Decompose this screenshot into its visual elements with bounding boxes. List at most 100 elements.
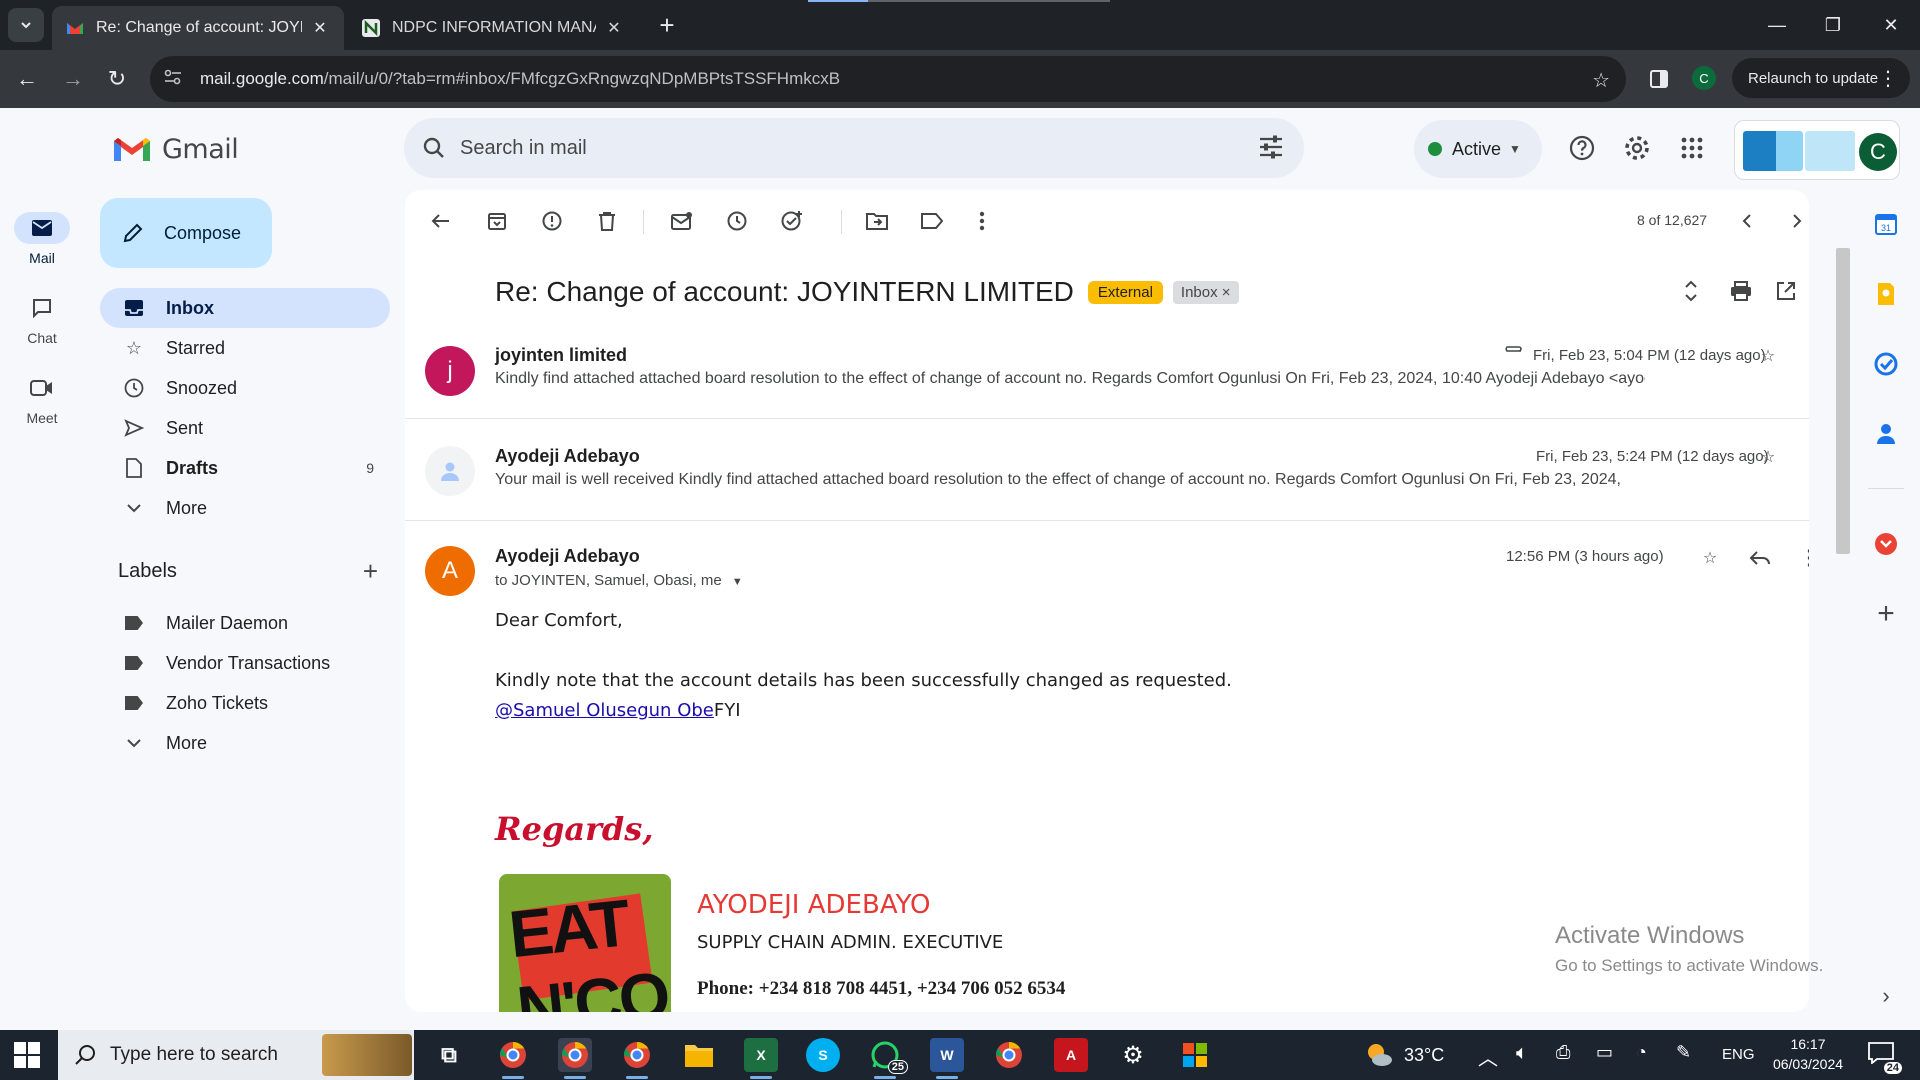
label-item[interactable]: Mailer Daemon xyxy=(100,603,390,643)
tab-close-icon[interactable]: ✕ xyxy=(604,18,624,38)
hide-side-panel-chevron-icon[interactable]: › xyxy=(1872,982,1900,1010)
chrome-profile-s-icon[interactable] xyxy=(496,1038,530,1079)
add-label-icon[interactable]: + xyxy=(363,556,378,587)
nav-item-more[interactable]: More xyxy=(100,488,390,528)
address-bar[interactable]: mail.google.com/mail/u/0/?tab=rm#inbox/F… xyxy=(150,56,1626,102)
chrome-icon[interactable] xyxy=(992,1038,1026,1072)
more-vert-icon[interactable] xyxy=(1797,545,1809,571)
tab-search-button[interactable] xyxy=(8,8,44,42)
tab-close-icon[interactable]: ✕ xyxy=(310,18,330,38)
bookmark-star-icon[interactable]: ☆ xyxy=(1592,68,1610,93)
volume-icon[interactable]: 🔈︎ xyxy=(1516,1042,1528,1065)
print-icon[interactable] xyxy=(1726,276,1756,306)
move-to-folder-icon[interactable] xyxy=(862,206,892,236)
rail-item-mail[interactable]: Mail xyxy=(0,212,84,266)
meet-now-icon[interactable]: ⎙ xyxy=(1556,1042,1570,1063)
minimize-button[interactable]: — xyxy=(1752,10,1802,40)
notification-center-icon[interactable]: 24 xyxy=(1868,1042,1902,1074)
expand-all-icon[interactable] xyxy=(1676,276,1706,306)
collapsed-message[interactable]: Ayodeji Adebayo Your mail is well receiv… xyxy=(405,430,1809,512)
labels-more[interactable]: More xyxy=(100,723,390,763)
compose-button[interactable]: Compose xyxy=(100,198,272,268)
inbox-label-chip[interactable]: Inbox × xyxy=(1172,280,1239,304)
more-vert-icon[interactable] xyxy=(967,206,997,236)
file-explorer-icon[interactable] xyxy=(682,1038,716,1072)
taskbar-search[interactable]: Type here to search xyxy=(58,1030,414,1080)
rail-item-chat[interactable]: Chat xyxy=(0,292,84,346)
chrome-profile-c-icon[interactable] xyxy=(558,1038,592,1079)
help-icon[interactable] xyxy=(1566,132,1598,164)
back-to-inbox-icon[interactable] xyxy=(425,206,455,236)
remove-label-icon[interactable]: × xyxy=(1222,284,1231,301)
search-input[interactable]: Search in mail xyxy=(460,137,587,160)
nav-item-starred[interactable]: ☆ Starred xyxy=(100,328,390,368)
mark-unread-icon[interactable] xyxy=(667,206,697,236)
recipients-line[interactable]: to JOYINTEN, Samuel, Obasi, me ▼ xyxy=(495,572,743,589)
mail-search-bar[interactable]: Search in mail xyxy=(404,118,1304,178)
get-addons-plus-icon[interactable]: + xyxy=(1872,597,1900,630)
acrobat-icon[interactable]: A xyxy=(1054,1038,1088,1072)
contacts-icon[interactable] xyxy=(1872,420,1900,448)
chrome-profile-p-icon[interactable] xyxy=(620,1038,654,1079)
archive-icon[interactable] xyxy=(482,206,512,236)
settings-gear-icon[interactable] xyxy=(1621,132,1653,164)
forward-arrow-icon[interactable]: → xyxy=(58,64,88,94)
add-to-tasks-icon[interactable] xyxy=(777,206,807,236)
browser-menu-icon[interactable]: ⋮ xyxy=(1878,66,1898,91)
gmail-logo[interactable]: Gmail xyxy=(112,134,239,165)
browser-tab-ndpc[interactable]: NDPC INFORMATION MANAGEMENT ✕ xyxy=(348,6,638,50)
settings-gear-icon[interactable]: ⚙ xyxy=(1116,1038,1150,1072)
older-chevron-right-icon[interactable] xyxy=(1782,206,1809,236)
snooze-clock-icon[interactable] xyxy=(722,206,752,236)
excel-icon[interactable]: X xyxy=(744,1038,778,1079)
word-icon[interactable]: W xyxy=(930,1038,964,1079)
star-icon[interactable]: ☆ xyxy=(1755,444,1781,470)
new-tab-button[interactable]: + xyxy=(652,10,682,40)
weather-icon[interactable] xyxy=(1364,1042,1394,1073)
back-arrow-icon[interactable]: ← xyxy=(12,64,42,94)
nav-item-inbox[interactable]: Inbox xyxy=(100,288,390,328)
panel-scrollbar[interactable] xyxy=(1836,248,1850,554)
delete-icon[interactable] xyxy=(592,206,622,236)
wifi-icon[interactable]: ◔ xyxy=(1636,1042,1647,1063)
star-icon[interactable]: ☆ xyxy=(1697,545,1723,571)
whatsapp-icon[interactable]: 25 xyxy=(868,1038,908,1079)
star-icon[interactable]: ☆ xyxy=(1755,343,1781,369)
addon-icon[interactable] xyxy=(1872,530,1900,558)
language-indicator[interactable]: ENG xyxy=(1722,1046,1755,1063)
account-switcher[interactable]: C xyxy=(1734,120,1900,180)
calendar-icon[interactable]: 31 xyxy=(1872,210,1900,238)
reply-icon[interactable] xyxy=(1747,545,1773,571)
side-panel-icon[interactable] xyxy=(1644,64,1674,94)
search-icon[interactable] xyxy=(422,136,446,160)
windows-start-icon[interactable] xyxy=(14,1042,40,1068)
tasks-icon[interactable] xyxy=(1872,350,1900,378)
close-window-button[interactable]: ✕ xyxy=(1866,10,1916,40)
sender-name[interactable]: Ayodeji Adebayo xyxy=(495,546,640,567)
report-spam-icon[interactable] xyxy=(537,206,567,236)
label-item[interactable]: Zoho Tickets xyxy=(100,683,390,723)
caret-down-icon[interactable]: ▼ xyxy=(732,576,743,588)
restore-button[interactable]: ❐ xyxy=(1808,10,1858,40)
search-options-icon[interactable] xyxy=(1258,134,1284,165)
tray-overflow-icon[interactable]: ︿ xyxy=(1478,1042,1498,1071)
open-new-window-icon[interactable] xyxy=(1771,276,1801,306)
reload-icon[interactable]: ↻ xyxy=(102,64,132,94)
mention-link[interactable]: @Samuel Olusegun Obe xyxy=(495,700,714,721)
newer-chevron-left-icon[interactable] xyxy=(1732,206,1762,236)
rail-item-meet[interactable]: Meet xyxy=(0,372,84,426)
label-icon[interactable] xyxy=(917,206,947,236)
taskbar-clock[interactable]: 16:17 06/03/2024 xyxy=(1768,1034,1848,1074)
microsoft-store-icon[interactable] xyxy=(1178,1038,1212,1072)
relaunch-button[interactable]: Relaunch to update ⋮ xyxy=(1732,58,1910,98)
pen-icon[interactable]: ✎ xyxy=(1676,1042,1691,1063)
browser-tab-gmail[interactable]: Re: Change of account: JOYINTERN LIMITED… xyxy=(52,6,344,50)
status-selector[interactable]: Active ▼ xyxy=(1414,120,1542,178)
nav-item-sent[interactable]: Sent xyxy=(100,408,390,448)
task-view-icon[interactable]: ⧉ xyxy=(432,1038,466,1072)
browser-profile-avatar[interactable]: C xyxy=(1692,66,1716,90)
account-avatar[interactable]: C xyxy=(1859,133,1897,171)
keep-icon[interactable] xyxy=(1872,280,1900,308)
collapsed-message[interactable]: j joyinten limited Kindly find attached … xyxy=(405,330,1809,412)
label-item[interactable]: Vendor Transactions xyxy=(100,643,390,683)
